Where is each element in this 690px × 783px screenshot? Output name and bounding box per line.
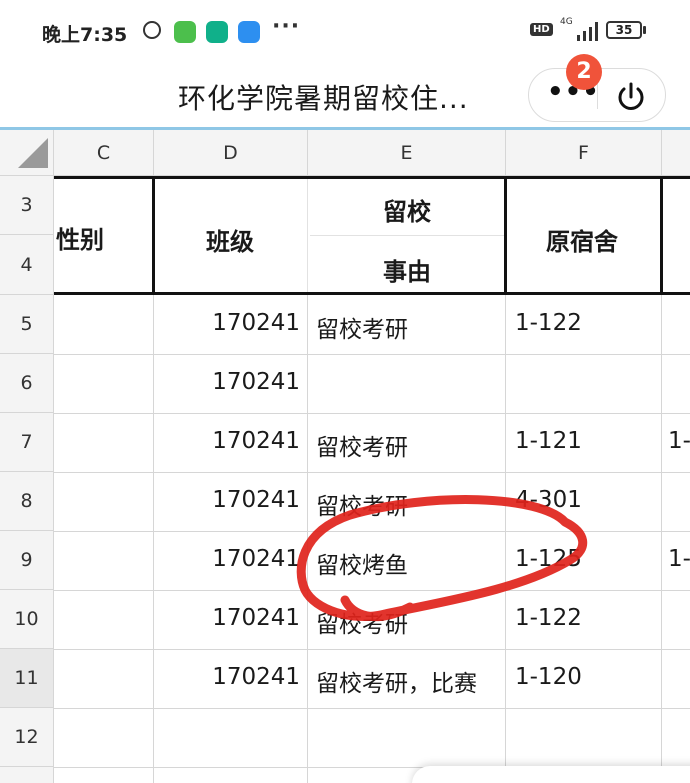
grid-line [310, 235, 504, 236]
battery-tip [643, 26, 646, 34]
row-header-4[interactable]: 4 [0, 235, 54, 295]
header-dorm: 原宿舍 [546, 228, 618, 256]
close-power-icon[interactable] [613, 79, 649, 115]
grid-line [54, 531, 690, 532]
grid-line [54, 472, 690, 473]
row-header-13[interactable] [0, 767, 54, 783]
signal-icon [577, 22, 598, 41]
hd-voice-icon: HD [530, 23, 553, 36]
cell-dorm[interactable]: 1-120 [515, 664, 582, 690]
document-title: 环化学院暑期留校住... [178, 82, 469, 115]
cell-extra[interactable]: 1- [668, 428, 690, 454]
cell-dorm[interactable]: 1-125 [515, 546, 582, 572]
grid-line [661, 295, 662, 783]
cell-class[interactable]: 170241 [158, 664, 300, 690]
cell-reason[interactable]: 留校考研 [316, 310, 408, 344]
row-header-5[interactable]: 5 [0, 295, 54, 354]
cell-reason[interactable]: 留校考研 [316, 487, 408, 521]
grid-line [54, 354, 690, 355]
cell-dorm[interactable]: 4-301 [515, 487, 582, 513]
grid-line [307, 295, 308, 783]
wechat-notification-icon [174, 21, 196, 43]
grid-line [153, 295, 154, 783]
cell-reason[interactable]: 留校考研，比赛 [316, 664, 477, 698]
cell-reason[interactable]: 留校考研 [316, 428, 408, 462]
header-border [504, 176, 507, 295]
select-all-icon [18, 138, 48, 168]
cell-class[interactable]: 170241 [158, 605, 300, 631]
grid-line [307, 176, 308, 295]
battery-icon: 35 [606, 21, 642, 39]
row-header-11[interactable]: 11 [0, 649, 54, 708]
row-header-12[interactable]: 12 [0, 708, 54, 767]
app-notification-icon [206, 21, 228, 43]
grid-line [54, 413, 690, 414]
header-reason-line2: 事由 [383, 258, 431, 286]
row-header-6[interactable]: 6 [0, 354, 54, 413]
status-time: 晚上7:35 [42, 24, 128, 46]
cell-extra[interactable]: 1- [668, 546, 690, 572]
row-header-8[interactable]: 8 [0, 472, 54, 531]
header-border [54, 292, 690, 295]
select-all-corner[interactable] [0, 130, 54, 176]
grid-line [54, 590, 690, 591]
column-header-f[interactable]: F [506, 130, 662, 176]
header-gender: 性别 [56, 226, 104, 254]
cell-dorm[interactable]: 1-122 [515, 310, 582, 336]
grid-line [54, 649, 690, 650]
capsule-divider [597, 83, 598, 109]
column-header-e[interactable]: E [308, 130, 506, 176]
cell-class[interactable]: 170241 [158, 428, 300, 454]
row-header-7[interactable]: 7 [0, 413, 54, 472]
row-header-9[interactable]: 9 [0, 531, 54, 590]
cell-class[interactable]: 170241 [158, 546, 300, 572]
spreadsheet-grid[interactable]: C D E F 3 4 5 6 7 8 9 10 11 12 性别 班级 留校 … [0, 130, 690, 783]
more-notifications-icon: ··· [272, 14, 301, 39]
column-header-g[interactable] [662, 130, 690, 176]
header-border [660, 176, 663, 295]
network-type: 4G [560, 17, 573, 27]
cell-reason[interactable]: 留校考研 [316, 605, 408, 639]
column-header-c[interactable]: C [54, 130, 154, 176]
cell-class[interactable]: 170241 [158, 487, 300, 513]
grid-line [54, 708, 690, 709]
floating-bottom-panel[interactable] [412, 766, 690, 783]
row-header-3[interactable]: 3 [0, 176, 54, 235]
cell-dorm[interactable]: 1-121 [515, 428, 582, 454]
header-reason-line1: 留校 [383, 198, 431, 226]
cell-class[interactable]: 170241 [158, 369, 300, 395]
grid-line [505, 295, 506, 783]
cell-dorm[interactable]: 1-122 [515, 605, 582, 631]
header-class: 班级 [206, 228, 254, 256]
cell-class[interactable]: 170241 [158, 310, 300, 336]
status-bar: 晚上7:35 ··· HD 4G 35 [0, 0, 690, 62]
cell-reason[interactable]: 留校烤鱼 [316, 546, 408, 580]
notification-badge: 2 [566, 54, 602, 90]
column-header-d[interactable]: D [154, 130, 308, 176]
header-border [54, 176, 690, 179]
blue-app-notification-icon [238, 21, 260, 43]
alarm-icon [143, 21, 161, 39]
header-border [152, 176, 155, 295]
row-header-10[interactable]: 10 [0, 590, 54, 649]
